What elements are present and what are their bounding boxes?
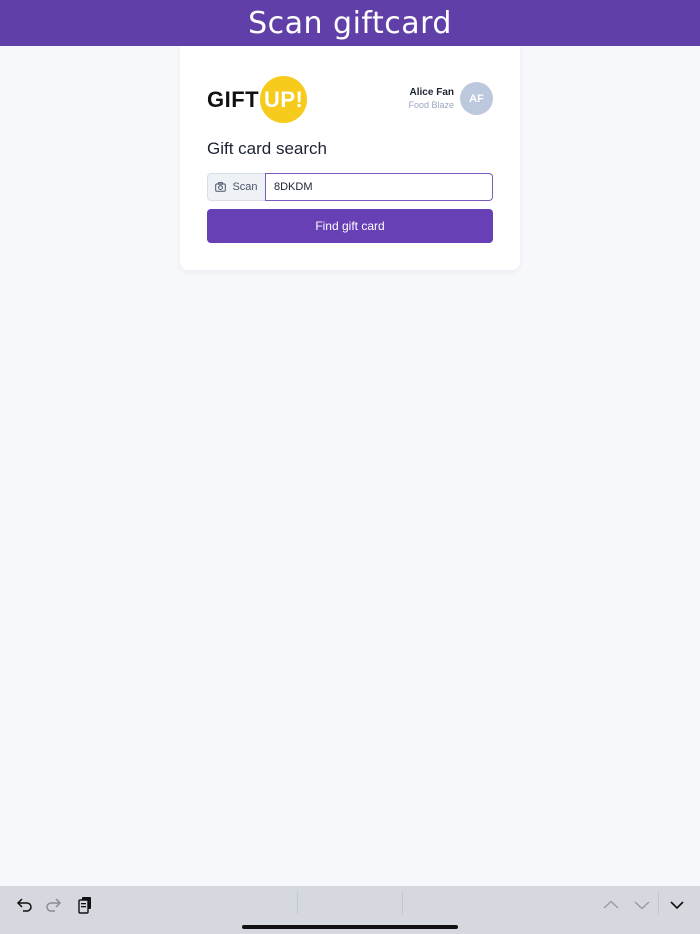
undo-icon[interactable] (13, 894, 35, 916)
user-name: Alice Fan (409, 87, 454, 98)
page-title: Scan giftcard (248, 5, 452, 41)
user-info: Alice Fan Food Blaze (408, 87, 454, 110)
gift-card-code-input[interactable] (265, 173, 493, 201)
logo-text-up: UP! (264, 87, 304, 112)
chevron-down-icon[interactable] (631, 894, 653, 916)
user-organization: Food Blaze (408, 100, 454, 110)
avatar[interactable]: AF (460, 82, 493, 115)
giftup-logo: GIFT UP! (207, 76, 317, 123)
section-title: Gift card search (207, 139, 327, 158)
camera-icon (215, 182, 227, 192)
keyboard-accessory-bar (0, 886, 700, 934)
find-gift-card-button[interactable]: Find gift card (207, 209, 493, 243)
search-row: Scan (207, 173, 493, 201)
scan-button[interactable]: Scan (207, 173, 265, 201)
chevron-up-icon[interactable] (600, 894, 622, 916)
scan-label: Scan (232, 181, 258, 193)
redo-icon[interactable] (43, 894, 65, 916)
top-header: Scan giftcard (0, 0, 700, 46)
user-profile[interactable]: Alice Fan Food Blaze AF (408, 82, 493, 115)
divider (297, 892, 298, 914)
logo-text-gift: GIFT (207, 87, 260, 112)
clipboard-paste-icon[interactable] (74, 894, 96, 916)
home-indicator (242, 925, 458, 929)
divider (402, 892, 403, 914)
keyboard-dismiss-icon[interactable] (666, 894, 688, 916)
divider (658, 892, 659, 914)
gift-card-search-panel: GIFT UP! Alice Fan Food Blaze AF Gift ca… (180, 46, 520, 270)
